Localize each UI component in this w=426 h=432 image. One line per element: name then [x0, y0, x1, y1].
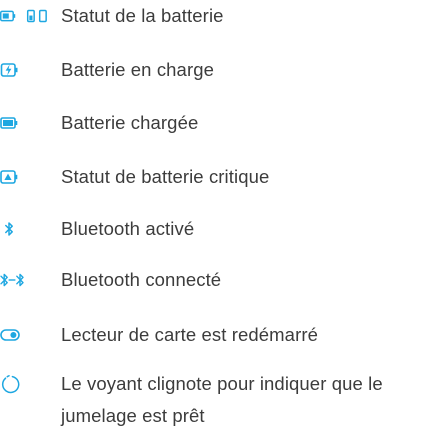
battery-charged-icon: [0, 111, 48, 135]
label-bluetooth-connected: Bluetooth connecté: [61, 269, 222, 290]
battery-charging-icon: [0, 58, 48, 82]
legend-row-bluetooth-connected: Bluetooth connecté: [0, 268, 426, 292]
legend-row-battery-status: Statut de la batterie: [0, 4, 426, 28]
bluetooth-icon: [0, 217, 48, 241]
label-battery-critical: Statut de batterie critique: [61, 166, 270, 187]
pairing-blink-icon: [0, 372, 48, 396]
legend-row-pairing: Le voyant clignote pour indiquer que le …: [0, 372, 426, 430]
card-reader-icon: [0, 323, 48, 347]
legend-row-battery-critical: Statut de batterie critique: [0, 165, 426, 189]
status-legend: Statut de la batterie Batterie en charge…: [0, 0, 426, 430]
label-bluetooth: Bluetooth activé: [61, 218, 195, 239]
label-battery-charged: Batterie chargée: [61, 112, 199, 133]
battery-low-icon: [38, 9, 47, 23]
battery-half-icon: [26, 9, 35, 23]
battery-critical-icon: [0, 165, 48, 189]
legend-row-battery-charged: Batterie chargée: [0, 111, 426, 135]
label-battery-charging: Batterie en charge: [61, 59, 214, 80]
battery-status-icon: [0, 10, 16, 22]
bluetooth-connected-icon: [0, 268, 48, 292]
label-battery-status: Statut de la batterie: [61, 5, 224, 26]
label-card-reader: Lecteur de carte est redémarré: [61, 324, 318, 345]
battery-status-icons: [0, 4, 48, 28]
label-pairing: Le voyant clignote pour indiquer que le …: [61, 373, 383, 426]
legend-row-card-reader: Lecteur de carte est redémarré: [0, 323, 426, 347]
legend-row-battery-charging: Batterie en charge: [0, 58, 426, 82]
legend-row-bluetooth: Bluetooth activé: [0, 217, 426, 241]
